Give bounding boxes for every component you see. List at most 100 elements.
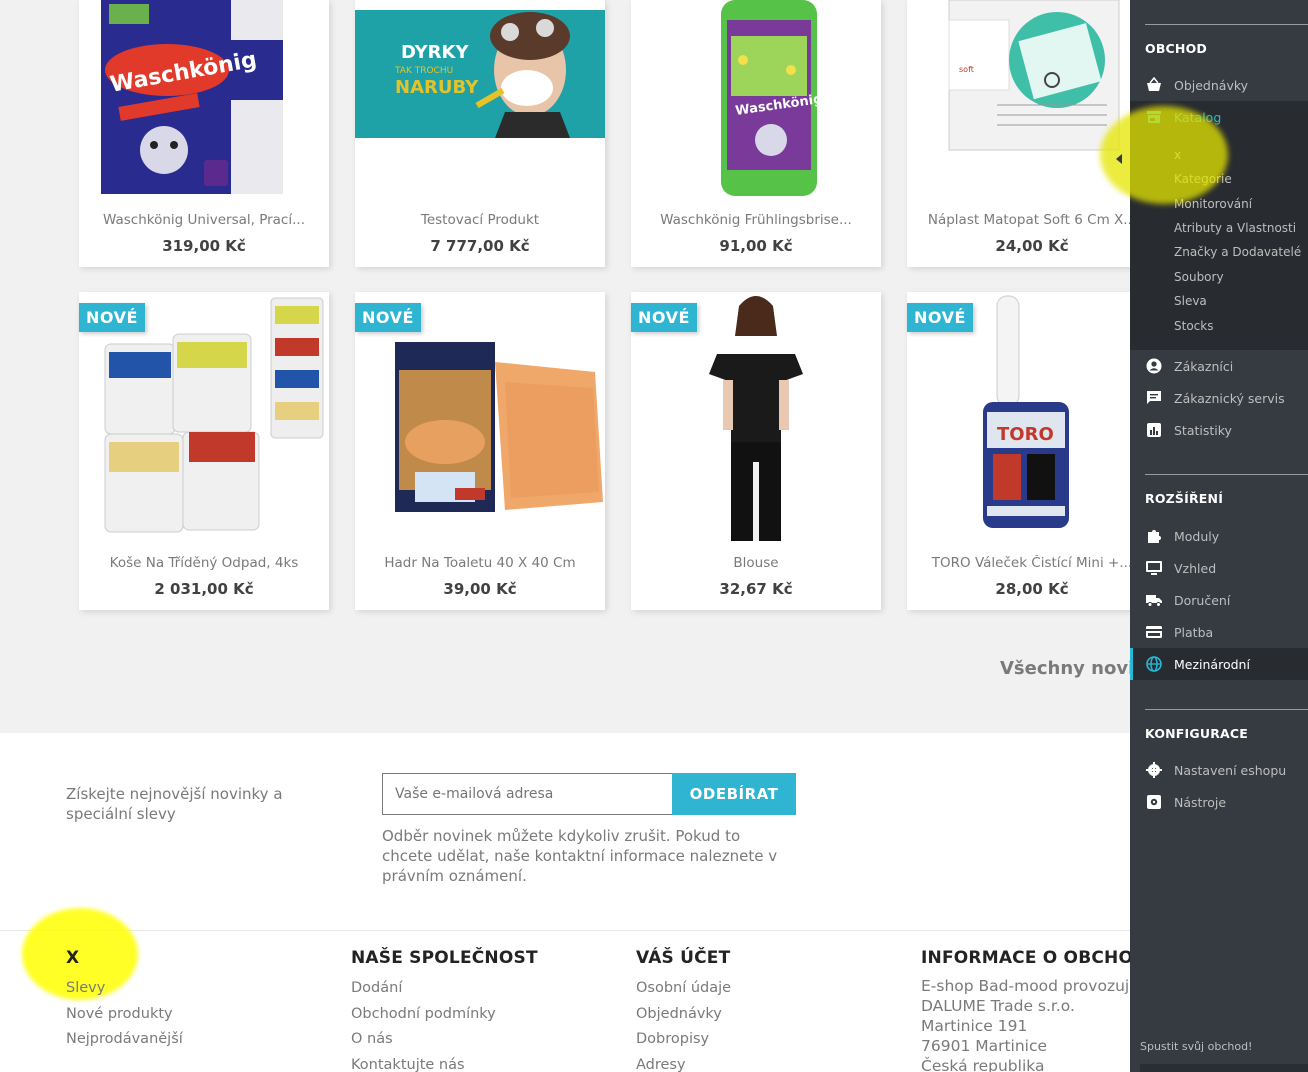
product-price: 39,00 Kč	[443, 580, 517, 598]
settings-box-icon	[1146, 794, 1162, 810]
product-card[interactable]: DYRKY TAK TROCHU NARUBY Testovací Produk…	[355, 0, 605, 267]
sidebar-divider	[1145, 709, 1308, 710]
store-info-line: E-shop Bad-mood provozuje	[921, 977, 1130, 995]
product-image[interactable]: Waschkönig	[79, 0, 329, 196]
launch-shop-text[interactable]: Spustit svůj obchod!	[1140, 1040, 1252, 1053]
product-price: 7 777,00 Kč	[430, 237, 530, 255]
product-card[interactable]: NOVÉ Koše Na Tříděný Odpad, 4ks 2 031,00…	[79, 292, 329, 610]
product-image[interactable]: soft	[907, 0, 1130, 196]
sidebar-item-customer-service[interactable]: Zákaznický servis	[1130, 382, 1308, 414]
sidebar-item-customers[interactable]: Zákazníci	[1130, 350, 1308, 382]
section-title-extensions: ROZŠÍŘENÍ	[1145, 491, 1224, 506]
product-price: 319,00 Kč	[162, 237, 246, 255]
sidebar-item-label: Nástroje	[1174, 794, 1227, 810]
footer-col-store-info: INFORMACE O OBCHODU E-shop Bad-mood prov…	[921, 948, 1130, 1072]
sidebar-item-label: Zákaznický servis	[1174, 390, 1285, 406]
product-price: 24,00 Kč	[995, 237, 1069, 255]
store-info-line: Martinice 191	[921, 1017, 1028, 1035]
plaster-box-image: soft	[948, 0, 1120, 151]
footer-link-sales[interactable]: Slevy	[66, 976, 183, 1002]
sidebar-divider	[1145, 474, 1308, 475]
footer-link-addresses[interactable]: Adresy	[636, 1053, 731, 1072]
product-name[interactable]: Waschkönig Frühlingsbrise...	[631, 212, 881, 228]
footer-col-products: X Slevy Nové produkty Nejprodávanější	[66, 948, 183, 1053]
footer-link-credit-slips[interactable]: Dobropisy	[636, 1027, 731, 1053]
footer-col-title: INFORMACE O OBCHODU	[921, 948, 1130, 968]
product-name[interactable]: Koše Na Tříděný Odpad, 4ks	[79, 555, 329, 571]
newsletter-email-input[interactable]	[382, 773, 673, 815]
sidebar-item-design[interactable]: Vzhled	[1130, 552, 1308, 584]
store-info-line: Česká republika	[921, 1057, 1045, 1072]
footer-link-new-products[interactable]: Nové produkty	[66, 1002, 183, 1028]
submenu-item-discounts[interactable]: Sleva	[1174, 294, 1207, 308]
product-image[interactable]: DYRKY TAK TROCHU NARUBY	[355, 0, 605, 196]
products-section: Waschkönig Waschkönig Universal, Prací..…	[0, 0, 1130, 733]
product-name[interactable]: Waschkönig Universal, Prací...	[79, 212, 329, 228]
collapse-arrow-icon[interactable]	[1116, 154, 1122, 164]
product-name[interactable]: Hadr Na Toaletu 40 X 40 Cm	[355, 555, 605, 571]
sidebar-item-payment[interactable]: Platba	[1130, 616, 1308, 648]
sidebar-item-shipping[interactable]: Doručení	[1130, 584, 1308, 616]
product-price: 2 031,00 Kč	[154, 580, 254, 598]
sidebar-item-shop-settings[interactable]: Nastavení eshopu	[1130, 754, 1308, 786]
globe-icon	[1146, 656, 1162, 672]
product-price: 28,00 Kč	[995, 580, 1069, 598]
new-badge: NOVÉ	[355, 303, 421, 332]
submenu-item-brands[interactable]: Značky a Dodavatelé	[1174, 245, 1301, 259]
new-badge: NOVÉ	[907, 303, 973, 332]
product-price: 91,00 Kč	[719, 237, 793, 255]
product-card[interactable]: soft Náplast Matopat Soft 6 Cm X... 24,0…	[907, 0, 1130, 267]
sidebar-divider	[1145, 24, 1308, 25]
sidebar-item-label: Zákazníci	[1174, 358, 1234, 374]
footer-link-orders[interactable]: Objednávky	[636, 1002, 731, 1028]
footer-link-about[interactable]: O nás	[351, 1027, 538, 1053]
shop-front: Waschkönig Waschkönig Universal, Prací..…	[0, 0, 1130, 1072]
product-image[interactable]: Waschkönig	[631, 0, 881, 196]
submenu-item-stocks[interactable]: Stocks	[1174, 319, 1213, 333]
footer-col-company: NAŠE SPOLEČNOST Dodání Obchodní podmínky…	[351, 948, 538, 1072]
truck-icon	[1146, 592, 1162, 608]
sidebar-item-label: Vzhled	[1174, 560, 1217, 576]
sidebar-item-orders[interactable]: Objednávky	[1130, 69, 1308, 101]
bar-chart-icon	[1146, 422, 1162, 438]
new-badge: NOVÉ	[631, 303, 697, 332]
sidebar-item-stats[interactable]: Statistiky	[1130, 414, 1308, 446]
product-name[interactable]: Náplast Matopat Soft 6 Cm X...	[907, 212, 1130, 228]
product-card[interactable]: NOVÉ Blouse 32,67 Kč	[631, 292, 881, 610]
svg-text:soft: soft	[959, 65, 974, 74]
footer-link-best-sellers[interactable]: Nejprodávanější	[66, 1027, 183, 1053]
sidebar-item-label: Platba	[1174, 624, 1214, 640]
banner-text-2: TAK TROCHU	[394, 66, 453, 76]
footer-link-delivery[interactable]: Dodání	[351, 976, 538, 1002]
sidebar-item-tools[interactable]: Nástroje	[1130, 786, 1308, 818]
new-badge: NOVÉ	[79, 303, 145, 332]
product-card[interactable]: Waschkönig Waschkönig Frühlingsbrise... …	[631, 0, 881, 267]
banner-text-3: NARUBY	[395, 77, 479, 98]
footer-link-contact[interactable]: Kontaktujte nás	[351, 1053, 538, 1072]
sidebar-item-international[interactable]: Mezinárodní	[1130, 648, 1308, 680]
sidebar-bottom-bar	[1140, 1064, 1308, 1072]
footer-link-personal-info[interactable]: Osobní údaje	[636, 976, 731, 1002]
submenu-item-attributes[interactable]: Atributy a Vlastnosti	[1174, 221, 1296, 235]
product-name[interactable]: Testovací Produkt	[355, 212, 605, 228]
footer-col-account: VÁŠ ÚČET Osobní údaje Objednávky Dobropi…	[636, 948, 731, 1072]
section-title-shop: OBCHOD	[1145, 41, 1207, 56]
sidebar-item-label: Nastavení eshopu	[1174, 762, 1287, 778]
all-new-products-link[interactable]: Všechny novin	[1000, 658, 1130, 679]
product-name[interactable]: Blouse	[631, 555, 881, 571]
monitor-icon	[1146, 560, 1162, 576]
footer-link-terms[interactable]: Obchodní podmínky	[351, 1002, 538, 1028]
product-card[interactable]: TORO NOVÉ TORO Váleček Čistící Mini +...…	[907, 292, 1130, 610]
section-title-configuration: KONFIGURACE	[1145, 726, 1249, 741]
product-card[interactable]: Waschkönig Waschkönig Universal, Prací..…	[79, 0, 329, 267]
store-info-line: DALUME Trade s.r.o.	[921, 997, 1075, 1015]
footer-col-title: VÁŠ ÚČET	[636, 948, 731, 968]
footer-col-title: X	[66, 948, 80, 968]
sidebar-item-label: Doručení	[1174, 592, 1231, 608]
product-card[interactable]: NOVÉ Hadr Na Toaletu 40 X 40 Cm 39,00 Kč	[355, 292, 605, 610]
subscribe-button[interactable]: ODEBÍRAT	[672, 773, 796, 815]
product-price: 32,67 Kč	[719, 580, 793, 598]
product-name[interactable]: TORO Váleček Čistící Mini +...	[907, 555, 1130, 571]
sidebar-item-modules[interactable]: Moduly	[1130, 520, 1308, 552]
submenu-item-files[interactable]: Soubory	[1174, 270, 1224, 284]
